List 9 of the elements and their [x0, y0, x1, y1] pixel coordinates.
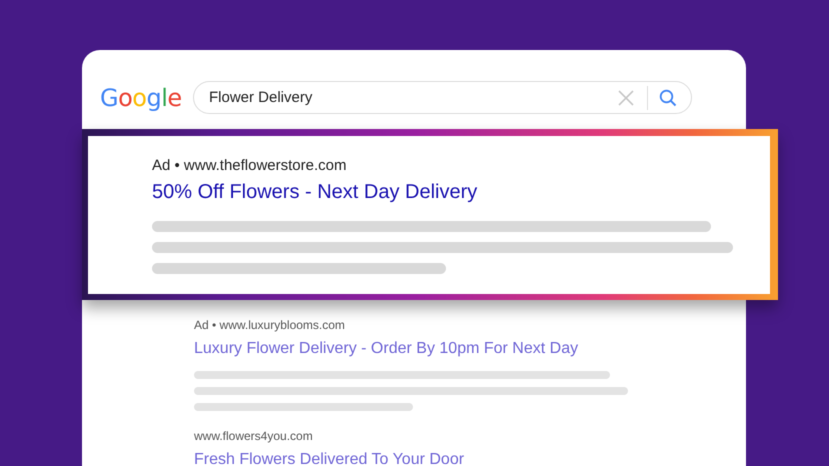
result-title-link[interactable]: Luxury Flower Delivery - Order By 10pm For Next Day [194, 338, 746, 359]
search-field[interactable]: Flower Delivery [193, 81, 692, 114]
result-url: Ad • www.luxuryblooms.com [194, 317, 346, 333]
result-url: www.flowers4you.com [194, 428, 314, 444]
result-title-link[interactable]: Fresh Flowers Delivered To Your Door [194, 449, 746, 466]
google-logo: Google [100, 84, 183, 112]
result-url: Ad • www.theflowerstore.com [152, 156, 348, 176]
result-title-link[interactable]: 50% Off Flowers - Next Day Delivery [152, 179, 750, 205]
search-icon[interactable] [659, 89, 677, 107]
